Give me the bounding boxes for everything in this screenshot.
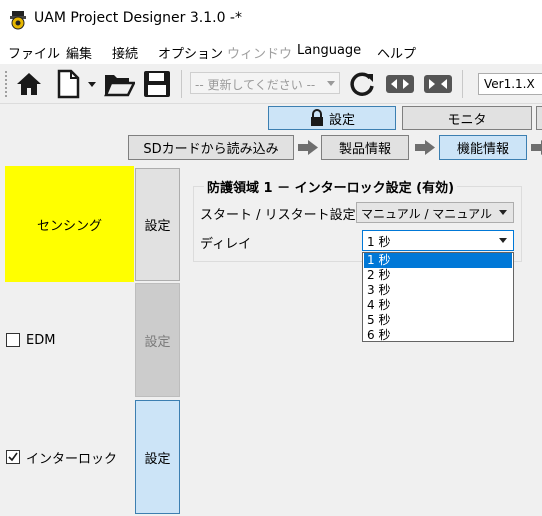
sensing-settings-label: 設定 (144, 219, 171, 234)
write-transfer-button[interactable] (421, 68, 455, 100)
menu-options[interactable]: オプション (158, 43, 223, 62)
menu-file[interactable]: ファイル (8, 43, 60, 62)
update-combo: -- 更新してください -- (190, 72, 340, 94)
menu-language[interactable]: Language (297, 43, 361, 58)
toolbar: -- 更新してください -- Ver1.1.X (0, 64, 542, 104)
function-info-button[interactable]: 機能情報 (439, 135, 527, 160)
edm-checkbox[interactable] (6, 333, 20, 347)
dropdown-arrow-icon (88, 82, 96, 87)
chevron-down-icon (499, 210, 507, 215)
delay-dropdown-list: 1 秒 2 秒 3 秒 4 秒 5 秒 6 秒 (362, 252, 514, 342)
read-transfer-button[interactable] (383, 68, 417, 100)
edm-settings-label: 設定 (144, 334, 171, 350)
new-file-dropdown-button[interactable] (86, 68, 98, 100)
settings-mode-button[interactable]: 設定 (268, 106, 396, 130)
restart-label: スタート / リスタート設定 (200, 208, 356, 223)
monitor-mode-button[interactable]: モニタ (402, 106, 532, 130)
app-icon (10, 11, 26, 30)
chevron-down-icon (499, 238, 507, 243)
menu-bar: ファイル 編集 接続 オプション ウィンドウ Language ヘルプ (0, 38, 542, 64)
toolbar-separator (181, 70, 182, 98)
toolbar-grip-icon[interactable] (4, 70, 8, 98)
version-box: Ver1.1.X (478, 73, 542, 95)
function-info-label: 機能情報 (456, 142, 509, 157)
extra-mode-button[interactable] (536, 106, 542, 130)
delay-option[interactable]: 5 秒 (364, 313, 512, 328)
sensing-label: センシング (36, 218, 102, 234)
edm-label: EDM (26, 332, 56, 348)
restart-select-value: マニュアル / マニュアル (361, 207, 492, 221)
arrow-right-icon (415, 140, 435, 155)
delay-label: ディレイ (200, 237, 252, 252)
home-icon (17, 73, 41, 95)
title-bar: UAM Project Designer 3.1.0 -* (0, 0, 542, 38)
restart-select[interactable]: マニュアル / マニュアル (356, 202, 514, 223)
group-title: 防護領域 1 － インターロック設定 (有効) (204, 177, 458, 196)
sd-read-label: SDカードから読み込み (143, 142, 279, 157)
version-text: Ver1.1.X (484, 77, 535, 91)
interlock-checkbox[interactable] (6, 450, 20, 464)
menu-help[interactable]: ヘルプ (377, 43, 416, 62)
menu-connect[interactable]: 接続 (112, 43, 138, 62)
interlock-settings-button[interactable]: 設定 (135, 400, 180, 514)
window-title: UAM Project Designer 3.1.0 -* (34, 10, 242, 26)
monitor-mode-label: モニタ (447, 112, 487, 128)
new-file-icon (57, 69, 80, 99)
write-transfer-icon (424, 75, 452, 93)
update-combo-text: -- 更新してください -- (195, 78, 316, 92)
delay-option[interactable]: 4 秒 (364, 298, 512, 313)
menu-edit[interactable]: 編集 (66, 43, 92, 62)
refresh-button[interactable] (346, 68, 378, 100)
delay-option[interactable]: 1 秒 (364, 253, 512, 268)
interlock-item: インターロック (5, 398, 134, 516)
open-folder-icon (104, 75, 135, 97)
delay-option[interactable]: 2 秒 (364, 268, 512, 283)
delay-select-value: 1 秒 (367, 235, 391, 249)
sd-read-button[interactable]: SDカードから読み込み (128, 135, 294, 160)
edm-item: EDM (5, 282, 134, 398)
interlock-settings-label: 設定 (144, 451, 171, 467)
product-info-button[interactable]: 製品情報 (321, 135, 409, 160)
refresh-icon (350, 72, 374, 96)
delay-option[interactable]: 3 秒 (364, 283, 512, 298)
new-file-button[interactable] (50, 68, 86, 100)
checkmark-icon (8, 452, 18, 462)
arrow-right-icon (298, 140, 318, 155)
chevron-down-icon (327, 81, 335, 86)
menu-window: ウィンドウ (227, 47, 293, 62)
lock-icon (310, 109, 323, 126)
product-info-label: 製品情報 (338, 142, 391, 157)
delay-select[interactable]: 1 秒 (362, 230, 514, 251)
interlock-label: インターロック (26, 451, 118, 467)
save-icon (144, 71, 170, 97)
toolbar-separator (462, 70, 463, 98)
main-panel: 設定 モニタ SDカードから読み込み 製品情報 機能情報 センシング 設定 ED… (0, 104, 542, 516)
sensing-settings-button[interactable]: 設定 (135, 168, 180, 281)
sensing-item[interactable]: センシング (5, 166, 134, 282)
open-folder-button[interactable] (101, 68, 137, 100)
read-transfer-icon (386, 75, 414, 93)
settings-mode-label: 設定 (328, 112, 355, 128)
save-button[interactable] (139, 68, 175, 100)
edm-settings-button: 設定 (135, 283, 180, 397)
delay-option[interactable]: 6 秒 (364, 328, 512, 343)
arrow-right-icon (531, 140, 542, 155)
home-button[interactable] (12, 68, 46, 100)
